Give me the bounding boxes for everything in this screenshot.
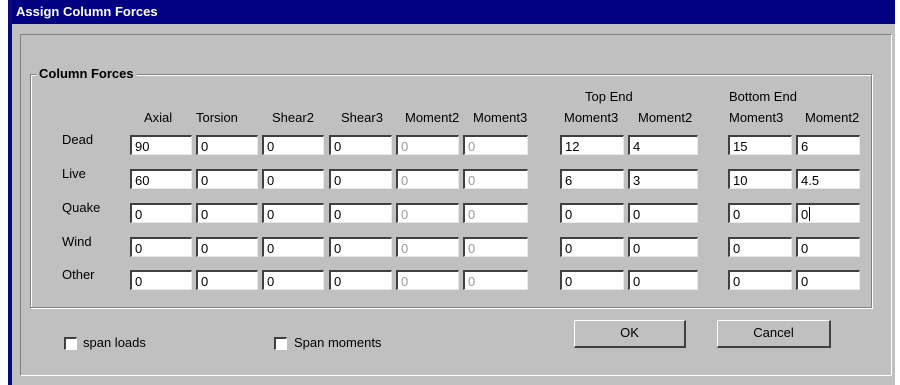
window-title: Assign Column Forces — [16, 4, 158, 19]
text-cursor — [809, 207, 811, 221]
quake-top-moment2-field[interactable]: 0 — [628, 203, 698, 223]
live-shear2-field[interactable]: 0 — [262, 169, 324, 189]
col-header-shear3: Shear3 — [341, 110, 383, 125]
dead-moment3-field: 0 — [463, 135, 528, 155]
other-bottom-moment3-field[interactable]: 0 — [728, 270, 792, 290]
wind-shear2-field[interactable]: 0 — [262, 237, 324, 257]
quake-shear2-field[interactable]: 0 — [262, 203, 324, 223]
dead-top-moment3-field[interactable]: 12 — [560, 135, 624, 155]
dead-shear2-field[interactable]: 0 — [262, 135, 324, 155]
wind-shear3-field[interactable]: 0 — [329, 237, 392, 257]
live-bottom-moment3-field[interactable]: 10 — [728, 169, 792, 189]
quake-moment3-field: 0 — [463, 203, 528, 223]
col-header-moment2: Moment2 — [405, 110, 460, 125]
dead-torsion-field[interactable]: 0 — [196, 135, 258, 155]
other-moment3-field: 0 — [463, 270, 528, 290]
quake-bottom-moment2-field[interactable]: 0 — [796, 203, 860, 223]
live-moment2-field: 0 — [396, 169, 459, 189]
quake-moment2-field: 0 — [396, 203, 459, 223]
wind-bottom-moment2-field[interactable]: 0 — [796, 237, 860, 257]
other-axial-field[interactable]: 0 — [130, 270, 192, 290]
other-top-moment2-field[interactable]: 0 — [628, 270, 698, 290]
col-header-top-moment3: Moment3 — [564, 110, 619, 125]
wind-top-moment3-field[interactable]: 0 — [560, 237, 624, 257]
dead-top-moment2-field[interactable]: 4 — [628, 135, 698, 155]
col-header-bottom-moment2: Moment2 — [805, 110, 860, 125]
live-top-moment2-field[interactable]: 3 — [628, 169, 698, 189]
dead-shear3-field[interactable]: 0 — [329, 135, 392, 155]
other-shear3-field[interactable]: 0 — [329, 270, 392, 290]
wind-top-moment2-field[interactable]: 0 — [628, 237, 698, 257]
span-moments-checkbox[interactable] — [274, 337, 287, 350]
live-torsion-field[interactable]: 0 — [196, 169, 258, 189]
col-header-shear2: Shear2 — [272, 110, 314, 125]
quake-shear3-field[interactable]: 0 — [329, 203, 392, 223]
dead-bottom-moment3-field[interactable]: 15 — [728, 135, 792, 155]
quake-bottom-moment2-value: 0 — [801, 207, 809, 222]
col-header-moment3: Moment3 — [473, 110, 528, 125]
span-loads-checkbox[interactable] — [64, 337, 77, 350]
wind-bottom-moment3-field[interactable]: 0 — [728, 237, 792, 257]
live-top-moment3-field[interactable]: 6 — [560, 169, 624, 189]
row-label-live: Live — [62, 166, 86, 181]
row-label-dead: Dead — [62, 132, 94, 147]
col-header-axial: Axial — [144, 110, 173, 125]
col-header-torsion: Torsion — [196, 110, 238, 125]
span-moments-label[interactable]: Span moments — [294, 335, 381, 350]
bottom-end-header: Bottom End — [729, 89, 797, 104]
dead-moment2-field: 0 — [396, 135, 459, 155]
quake-axial-field[interactable]: 0 — [130, 203, 192, 223]
wind-moment2-field: 0 — [396, 237, 459, 257]
col-header-bottom-moment3: Moment3 — [729, 110, 784, 125]
live-axial-field[interactable]: 60 — [130, 169, 192, 189]
quake-top-moment3-field[interactable]: 0 — [560, 203, 624, 223]
column-forces-group-title: Column Forces — [36, 66, 137, 81]
other-top-moment3-field[interactable]: 0 — [560, 270, 624, 290]
row-label-other: Other — [62, 267, 95, 282]
live-shear3-field[interactable]: 0 — [329, 169, 392, 189]
ok-button[interactable]: OK — [574, 320, 686, 348]
other-torsion-field[interactable]: 0 — [196, 270, 258, 290]
col-header-top-moment2: Moment2 — [638, 110, 693, 125]
quake-torsion-field[interactable]: 0 — [196, 203, 258, 223]
span-loads-label[interactable]: span loads — [83, 335, 146, 350]
quake-bottom-moment3-field[interactable]: 0 — [728, 203, 792, 223]
wind-moment3-field: 0 — [463, 237, 528, 257]
dead-axial-field[interactable]: 90 — [130, 135, 192, 155]
background-strip — [0, 0, 8, 385]
other-moment2-field: 0 — [396, 270, 459, 290]
live-moment3-field: 0 — [463, 169, 528, 189]
other-shear2-field[interactable]: 0 — [262, 270, 324, 290]
wind-axial-field[interactable]: 0 — [130, 237, 192, 257]
other-bottom-moment2-field[interactable]: 0 — [796, 270, 860, 290]
row-label-quake: Quake — [62, 200, 101, 215]
row-label-wind: Wind — [62, 234, 92, 249]
dead-bottom-moment2-field[interactable]: 6 — [796, 135, 860, 155]
wind-torsion-field[interactable]: 0 — [196, 237, 258, 257]
top-end-header: Top End — [585, 89, 633, 104]
live-bottom-moment2-field[interactable]: 4.5 — [796, 169, 860, 189]
cancel-button[interactable]: Cancel — [717, 320, 831, 348]
title-bar[interactable]: Assign Column Forces — [12, 0, 895, 24]
